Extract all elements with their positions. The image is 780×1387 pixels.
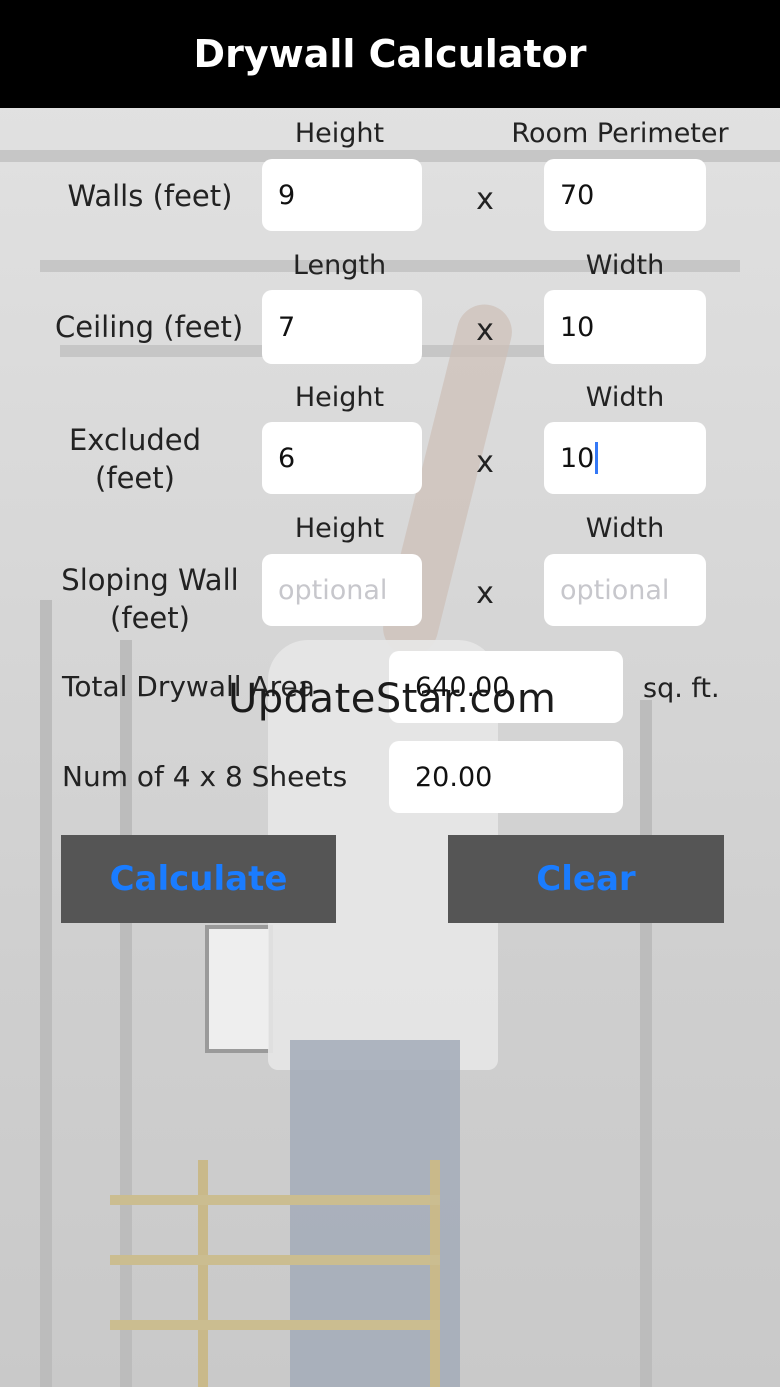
excluded-width-value: 10 — [560, 442, 595, 474]
app-title: Drywall Calculator — [193, 32, 587, 76]
total-area-unit: sq. ft. — [643, 673, 720, 704]
walls-label: Walls (feet) — [67, 179, 233, 213]
walls-perimeter-input[interactable]: 70 — [544, 159, 706, 231]
ceiling-multiply-sign: x — [476, 313, 494, 348]
walls-perimeter-header: Room Perimeter — [511, 118, 729, 149]
ceiling-label: Ceiling (feet) — [55, 310, 244, 344]
watermark-text: UpdateStar.com — [228, 676, 557, 722]
sloping-height-input[interactable]: optional — [262, 554, 422, 626]
sloping-multiply-sign: x — [476, 576, 494, 611]
ceiling-width-input[interactable]: 10 — [544, 290, 706, 364]
walls-multiply-sign: x — [476, 182, 494, 217]
walls-height-input[interactable]: 9 — [262, 159, 422, 231]
ceiling-length-header: Length — [292, 250, 387, 281]
nav-bar: Drywall Calculator — [0, 0, 780, 108]
ceiling-width-header: Width — [585, 250, 665, 281]
calculate-button[interactable]: Calculate — [61, 835, 336, 923]
walls-height-header: Height — [294, 118, 385, 149]
sheets-label: Num of 4 x 8 Sheets — [62, 760, 348, 793]
excluded-label-line1: Excluded — [68, 423, 201, 457]
sloping-label-line2: (feet) — [110, 601, 190, 635]
ceiling-length-input[interactable]: 7 — [262, 290, 422, 364]
excluded-height-input[interactable]: 6 — [262, 422, 422, 494]
excluded-height-header: Height — [294, 382, 385, 413]
clear-button[interactable]: Clear — [448, 835, 724, 923]
excluded-multiply-sign: x — [476, 445, 494, 480]
text-cursor — [595, 442, 599, 474]
sloping-label-line1: Sloping Wall — [61, 563, 239, 597]
sheets-field[interactable]: 20.00 — [389, 741, 623, 813]
excluded-label: Excluded (feet) — [55, 421, 215, 497]
sloping-width-header: Width — [585, 513, 665, 544]
excluded-label-line2: (feet) — [95, 461, 175, 495]
excluded-width-input[interactable]: 10 — [544, 422, 706, 494]
sloping-width-input[interactable]: optional — [544, 554, 706, 626]
excluded-width-header: Width — [585, 382, 665, 413]
sloping-label: Sloping Wall (feet) — [50, 561, 250, 637]
sloping-height-header: Height — [294, 513, 385, 544]
